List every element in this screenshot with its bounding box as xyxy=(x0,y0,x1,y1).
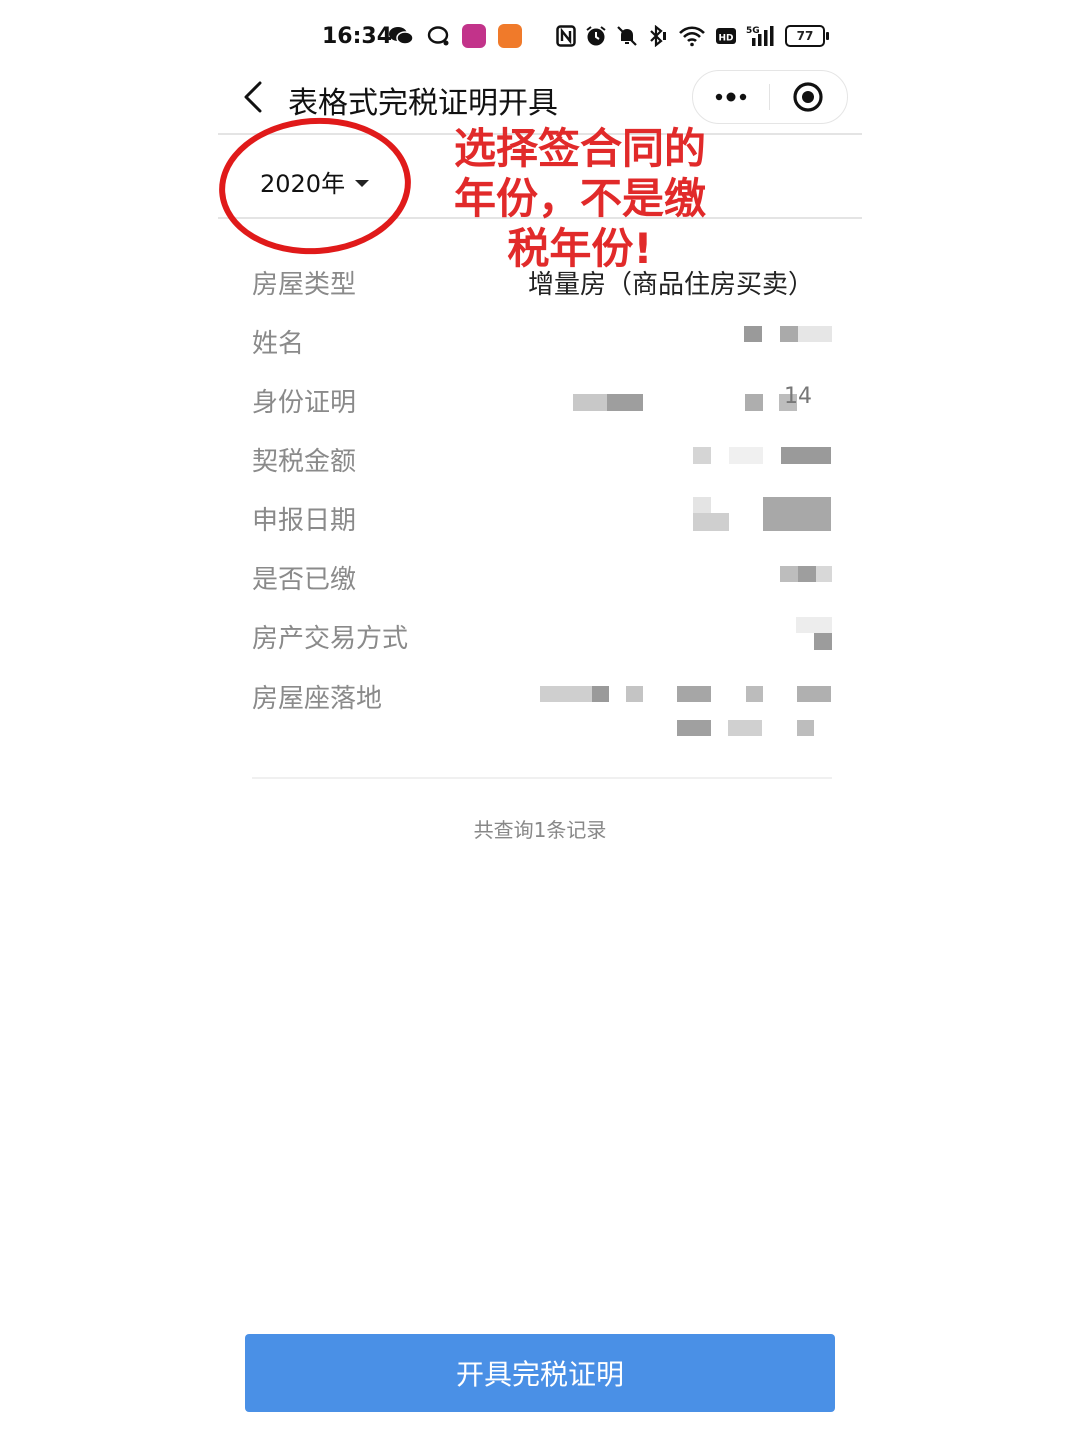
more-dots-icon xyxy=(715,92,747,102)
wifi-icon xyxy=(679,26,705,47)
page-title: 表格式完税证明开具 xyxy=(288,86,558,121)
mute-icon xyxy=(617,26,637,46)
status-time: 16:34 xyxy=(322,24,393,49)
mini-program-capsule xyxy=(692,70,848,124)
label-id: 身份证明 xyxy=(252,388,357,418)
screen: 16:34 HD 5G 77 表格式完税证明开具 2020年 选择签合同的年份，… xyxy=(0,0,1080,1440)
battery-level: 77 xyxy=(796,29,814,43)
status-right-icons: HD 5G 77 xyxy=(556,24,829,48)
nfc-icon xyxy=(556,25,576,47)
more-button[interactable] xyxy=(693,71,769,123)
bluetooth-icon xyxy=(650,25,666,47)
label-declare-date: 申报日期 xyxy=(252,506,357,536)
signal-icon: 5G xyxy=(746,26,774,46)
annotation-note: 选择签合同的年份，不是缴税年份! xyxy=(453,124,706,273)
svg-text:5G: 5G xyxy=(746,26,760,36)
wechat-icon xyxy=(389,27,414,45)
battery-icon: 77 xyxy=(785,25,829,47)
svg-text:HD: HD xyxy=(718,34,733,44)
close-button[interactable] xyxy=(770,71,846,123)
label-house-type: 房屋类型 xyxy=(252,270,357,300)
record-count: 共查询1条记录 xyxy=(473,818,607,842)
app-badge-purple xyxy=(462,24,486,48)
chat-bubble-icon xyxy=(427,26,449,46)
hd-icon: HD xyxy=(716,28,736,44)
back-chevron-icon[interactable] xyxy=(240,80,270,114)
app-badge-orange xyxy=(498,24,522,48)
label-location: 房屋座落地 xyxy=(252,684,383,714)
alarm-icon xyxy=(586,26,606,46)
issue-certificate-button[interactable]: 开具完税证明 xyxy=(245,1334,835,1412)
label-deed-tax: 契税金额 xyxy=(252,447,357,477)
value-house-type: 增量房（商品住房买卖） xyxy=(527,270,814,300)
label-trade-mode: 房产交易方式 xyxy=(252,624,409,654)
status-left-icons xyxy=(388,24,522,48)
list-divider xyxy=(252,777,832,779)
label-is-paid: 是否已缴 xyxy=(252,565,357,595)
value-id-suffix: 14 xyxy=(784,384,812,409)
label-name: 姓名 xyxy=(252,329,305,359)
target-close-icon xyxy=(793,82,823,112)
